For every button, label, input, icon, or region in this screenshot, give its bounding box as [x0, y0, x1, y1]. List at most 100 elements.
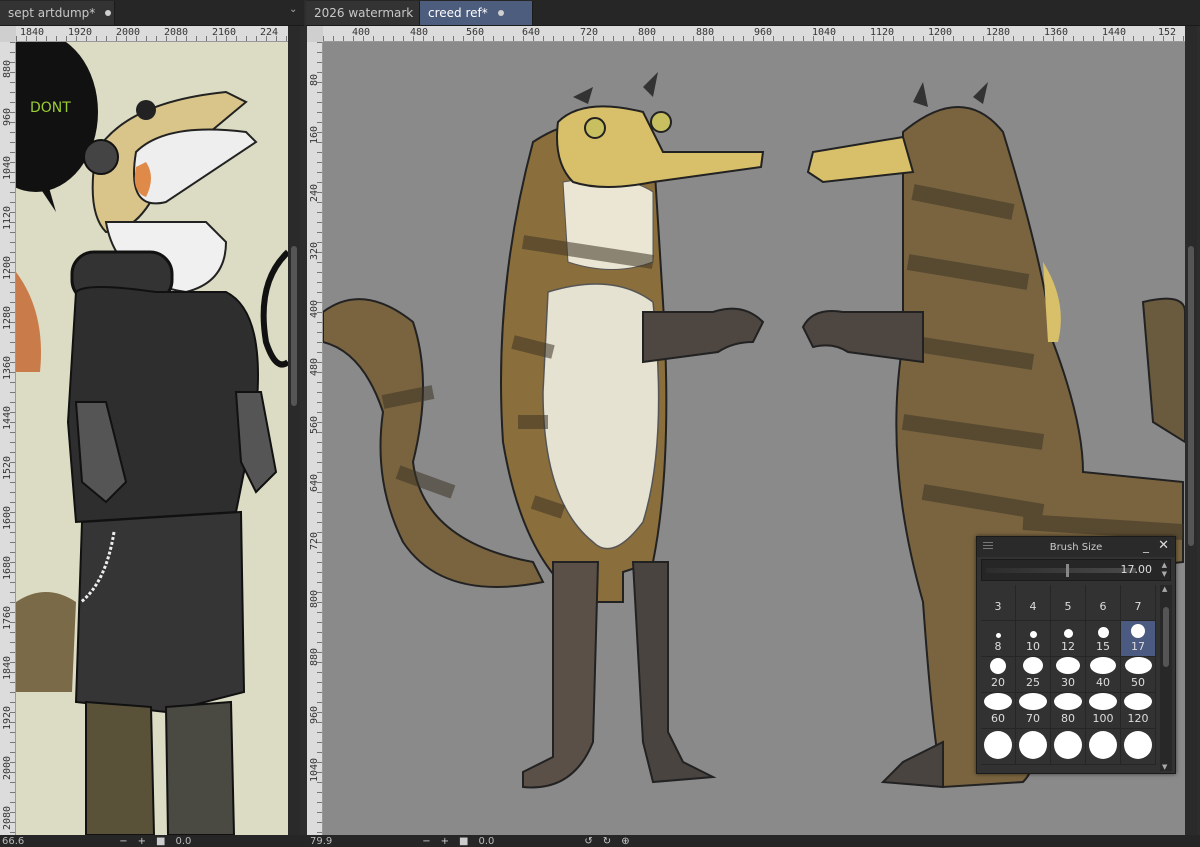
tab-creed-ref[interactable]: creed ref*: [420, 1, 533, 25]
zoom-in-button[interactable]: +: [138, 836, 146, 847]
brush-preset-100[interactable]: 100: [1086, 693, 1121, 729]
brush-tip-circle-icon: [1089, 693, 1117, 710]
left-horizontal-ruler[interactable]: 1840 1920 2000 2080 2160 224: [16, 26, 288, 42]
brush-preset-label: 12: [1061, 640, 1075, 653]
ruler-label: 80: [309, 73, 320, 86]
zoom-out-button[interactable]: −: [119, 836, 127, 847]
brush-preset-more[interactable]: [1016, 729, 1051, 765]
ruler-label: 1360: [2, 355, 13, 380]
brush-preset-5[interactable]: 5: [1051, 585, 1086, 621]
brush-tip-circle-icon: [1124, 731, 1152, 759]
right-vertical-scrollbar[interactable]: [1185, 26, 1197, 835]
zoom-in-button[interactable]: +: [441, 836, 449, 847]
brush-preset-6[interactable]: 6: [1086, 585, 1121, 621]
rotate-ccw-icon[interactable]: ↺: [584, 836, 592, 847]
rotate-cw-icon[interactable]: ↻: [603, 836, 611, 847]
brush-preset-8[interactable]: 8: [981, 621, 1016, 657]
slider-handle[interactable]: [1066, 564, 1069, 577]
docker-titlebar[interactable]: Brush Size _ ✕: [977, 537, 1175, 557]
docker-title: Brush Size: [1049, 541, 1103, 553]
ruler-label: 880: [309, 647, 320, 666]
ruler-label: 1440: [2, 405, 13, 430]
brush-preset-more[interactable]: [1121, 729, 1156, 765]
reset-rotation-icon[interactable]: ⊕: [621, 836, 629, 847]
tab-label: 2026 watermark: [314, 6, 414, 20]
docker-scrollbar[interactable]: ▲ ▼: [1160, 585, 1172, 771]
slider-track[interactable]: [986, 564, 1136, 577]
scrollbar-thumb[interactable]: [1163, 607, 1169, 667]
brush-preset-4[interactable]: 4: [1016, 585, 1051, 621]
brush-preset-15[interactable]: 15: [1086, 621, 1121, 657]
reset-button[interactable]: ■: [156, 836, 165, 847]
zoom-value[interactable]: 66.6: [2, 836, 24, 847]
brush-tip-circle-icon: [984, 731, 1012, 759]
ruler-label: 2080: [164, 27, 189, 38]
brush-preset-20[interactable]: 20: [981, 657, 1016, 693]
brush-size-slider[interactable]: 17.00 ▲ ▼: [981, 559, 1171, 581]
brush-preset-80[interactable]: 80: [1051, 693, 1086, 729]
close-icon[interactable]: ✕: [1158, 538, 1169, 553]
ruler-label: 1280: [986, 27, 1011, 38]
brush-preset-3[interactable]: 3: [981, 585, 1016, 621]
minimize-icon[interactable]: _: [1143, 539, 1149, 553]
ruler-label: 960: [2, 107, 13, 126]
ruler-label: 400: [352, 27, 371, 38]
spin-arrows-icon[interactable]: ▲ ▼: [1162, 561, 1167, 579]
ruler-label: 960: [754, 27, 773, 38]
scrollbar-thumb[interactable]: [1188, 246, 1194, 546]
zoom-value[interactable]: 79.9: [310, 836, 332, 847]
tab-2026-watermark[interactable]: 2026 watermark: [306, 1, 420, 25]
brush-preset-label: 50: [1131, 676, 1145, 689]
brush-preset-30[interactable]: 30: [1051, 657, 1086, 693]
scroll-up-icon[interactable]: ▲: [1162, 585, 1167, 593]
left-vertical-scrollbar[interactable]: [288, 26, 300, 835]
zoom-out-button[interactable]: −: [422, 836, 430, 847]
drag-handle-icon[interactable]: [983, 542, 993, 551]
reset-button[interactable]: ■: [459, 836, 468, 847]
brush-preset-label: 15: [1096, 640, 1110, 653]
ruler-label: 720: [580, 27, 599, 38]
brush-preset-more[interactable]: [1086, 729, 1121, 765]
ruler-label: 1440: [1102, 27, 1127, 38]
scrollbar-thumb[interactable]: [291, 246, 297, 406]
tab-sept-artdump[interactable]: sept artdump*: [0, 1, 115, 25]
brush-preset-120[interactable]: 120: [1121, 693, 1156, 729]
tab-menu-chevron-icon[interactable]: ⌄: [289, 4, 297, 15]
left-artwork: DONT: [16, 42, 288, 835]
right-vertical-ruler[interactable]: 80 160 240 320 400 480 560 640 720 800 8…: [307, 42, 323, 835]
brush-preset-12[interactable]: 12: [1051, 621, 1086, 657]
ruler-label: 152: [1158, 27, 1177, 38]
brush-tip-circle-icon: [1124, 657, 1152, 674]
ruler-label: 320: [309, 241, 320, 260]
ruler-label: 480: [410, 27, 429, 38]
tab-label: creed ref*: [428, 6, 488, 20]
brush-preset-17[interactable]: 17: [1121, 621, 1156, 657]
brush-preset-10[interactable]: 10: [1016, 621, 1051, 657]
brush-preset-40[interactable]: 40: [1086, 657, 1121, 693]
ruler-label: 1120: [2, 205, 13, 230]
brush-preset-70[interactable]: 70: [1016, 693, 1051, 729]
brush-size-value[interactable]: 17.00: [1121, 563, 1153, 576]
left-canvas[interactable]: DONT: [16, 42, 288, 835]
brush-preset-50[interactable]: 50: [1121, 657, 1156, 693]
scroll-down-icon[interactable]: ▼: [1162, 763, 1167, 771]
ruler-label: 1760: [2, 605, 13, 630]
brush-preset-label: 80: [1061, 712, 1075, 725]
brush-tip-circle-icon: [1029, 631, 1037, 638]
left-vertical-ruler[interactable]: 880 960 1040 1120 1200 1280 1360 1440 15…: [0, 42, 16, 835]
brush-preset-60[interactable]: 60: [981, 693, 1016, 729]
brush-preset-7[interactable]: 7: [1121, 585, 1156, 621]
ruler-label: 1040: [812, 27, 837, 38]
ruler-label: 640: [309, 473, 320, 492]
brush-preset-more[interactable]: [1051, 729, 1086, 765]
right-horizontal-ruler[interactable]: 400 480 560 640 720 800 880 960 1040 112…: [323, 26, 1185, 42]
rotation-value[interactable]: 0.0: [479, 836, 495, 847]
brush-tip-circle-icon: [1054, 731, 1082, 759]
ruler-corner: [307, 26, 323, 42]
brush-tip-circle-icon: [984, 693, 1012, 710]
brush-preset-grid: 3 4 5 6 7 8 10 12 15 17 20 25 30 40 50 60 70 80 100 120: [981, 585, 1156, 771]
rotation-value[interactable]: 0.0: [176, 836, 192, 847]
brush-preset-label: 6: [1099, 600, 1107, 613]
brush-preset-25[interactable]: 25: [1016, 657, 1051, 693]
brush-preset-more[interactable]: [981, 729, 1016, 765]
